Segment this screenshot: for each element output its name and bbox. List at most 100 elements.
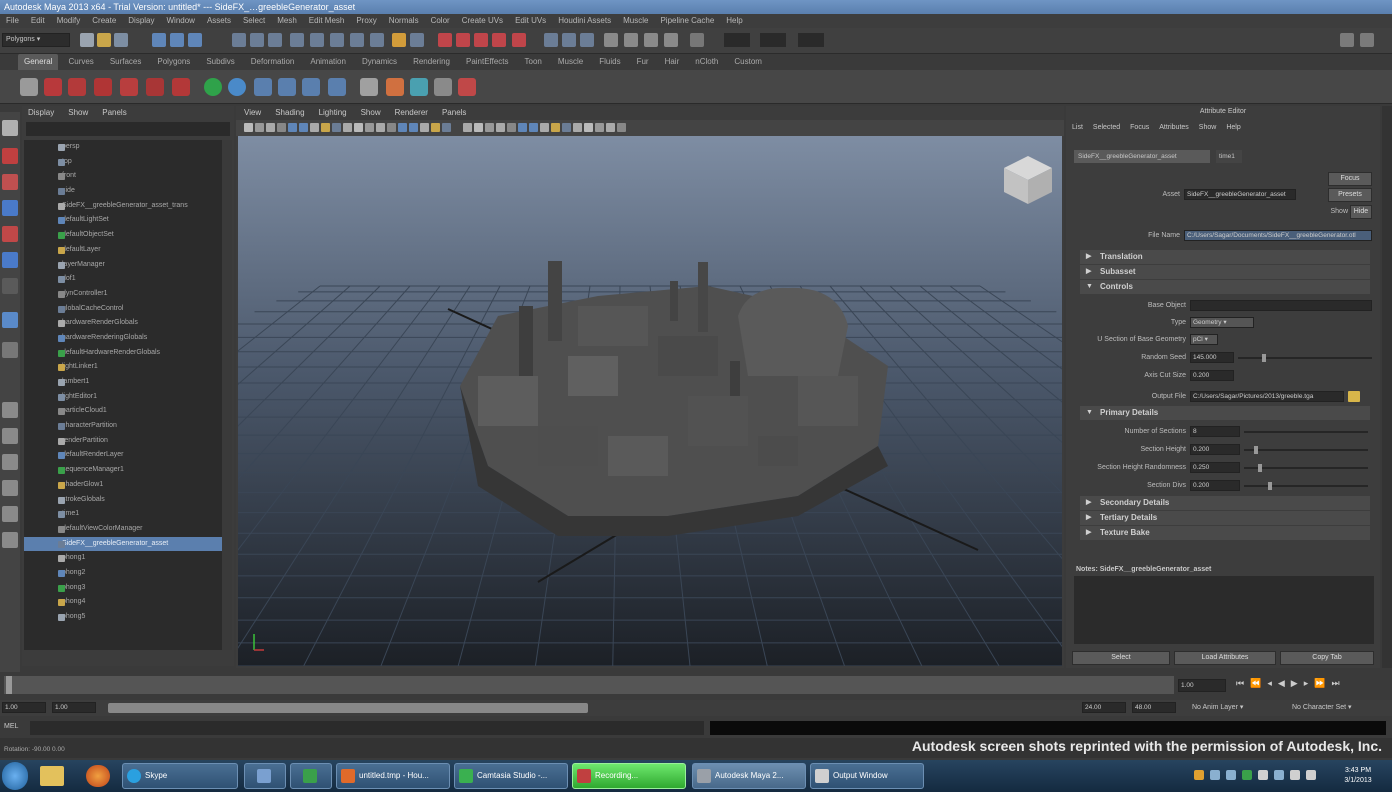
viewport-toolbar-icon[interactable] [595,123,604,132]
rotate-tool-icon[interactable] [2,226,18,242]
taskbar-app-2[interactable] [244,763,286,789]
outliner-row[interactable]: layerManager [24,258,222,273]
make-live-icon[interactable] [512,33,526,47]
viewport-toolbar-icon[interactable] [518,123,527,132]
menu-create[interactable]: Create [92,14,116,28]
shelf-tab-toon[interactable]: Toon [519,54,548,70]
section-tertiary-details[interactable]: ▶ Tertiary Details [1080,511,1370,525]
asset-name-field[interactable]: SideFX__greebleGenerator_asset [1184,189,1296,200]
shelf-tab-custom[interactable]: Custom [728,54,768,70]
outliner-menu-display[interactable]: Display [28,106,54,120]
outliner-row[interactable]: lightEditor1 [24,390,222,405]
shelf-tab-dynamics[interactable]: Dynamics [356,54,403,70]
go-to-end-icon[interactable]: ⏭ [1331,678,1339,689]
snap-to-curves-icon[interactable] [456,33,470,47]
ae-menu-help[interactable]: Help [1226,124,1240,131]
shelf-tab-general[interactable]: General [18,54,59,70]
shelf-menu-icon[interactable] [20,78,38,96]
menu-modify[interactable]: Modify [57,14,81,28]
step-forward-key-icon[interactable]: ⏩ [1314,678,1325,689]
menu-pipeline-cache[interactable]: Pipeline Cache [660,14,714,28]
show-channel-box-icon[interactable] [1340,33,1354,47]
viewport-toolbar-icon[interactable] [606,123,615,132]
show-attribute-editor-icon[interactable] [1360,33,1374,47]
poly-cube-icon[interactable] [68,78,86,96]
input-field-z[interactable] [798,33,824,47]
ae-menu-focus[interactable]: Focus [1130,124,1149,131]
current-time-marker[interactable] [6,676,12,694]
hide-button[interactable]: Hide [1350,205,1372,219]
copy-tab-button[interactable]: Copy Tab [1280,651,1374,665]
outliner-row[interactable]: hardwareRenderGlobals [24,316,222,331]
snap-to-points-icon[interactable] [474,33,488,47]
section-divs-slider[interactable] [1244,485,1368,487]
taskbar-output-window[interactable]: Output Window [810,763,924,789]
tray-icon-1[interactable] [1194,770,1204,780]
right-side-tabs[interactable] [1382,106,1392,668]
new-scene-icon[interactable] [80,33,94,47]
tray-icon-5[interactable] [1258,770,1268,780]
load-attributes-button[interactable]: Load Attributes [1174,651,1276,665]
viewport-menu-panels[interactable]: Panels [442,106,466,120]
clock[interactable]: 3:43 PM 3/1/2013 [1334,766,1382,786]
outliner-menu-show[interactable]: Show [68,106,88,120]
shelf-tab-deformation[interactable]: Deformation [245,54,301,70]
outliner-row[interactable]: defaultLightSet [24,213,222,228]
lock-selection-icon[interactable] [392,33,406,47]
flare-icon[interactable] [328,78,346,96]
cluster-icon[interactable] [278,78,296,96]
ae-menu-show[interactable]: Show [1199,124,1217,131]
ae-menu-attributes[interactable]: Attributes [1159,124,1189,131]
curve-tool-icon[interactable] [360,78,378,96]
section-primary-details[interactable]: ▼ Primary Details [1080,406,1370,420]
layout-single-icon[interactable] [2,402,18,418]
outliner-row[interactable]: particleCloud1 [24,404,222,419]
input-field-y[interactable] [760,33,786,47]
viewport-toolbar-icon[interactable] [442,123,451,132]
random-seed-slider-knob[interactable] [1262,354,1266,362]
section-height-field[interactable]: 0.200 [1190,444,1240,455]
move-tool-icon[interactable] [2,200,18,216]
outliner-row[interactable]: phong2 [24,566,222,581]
axis-cut-size-field[interactable]: 0.200 [1190,370,1234,381]
last-tool-icon[interactable] [2,312,18,328]
section-controls[interactable]: ▼ Controls [1080,280,1370,294]
input-line-mode-icon[interactable] [690,33,704,47]
base-object-field[interactable] [1190,300,1372,311]
ambient-light-icon[interactable] [204,78,222,96]
outliner-scrollbar[interactable] [222,140,232,650]
menu-edit-mesh[interactable]: Edit Mesh [309,14,345,28]
playback-start-field[interactable]: 1.00 [52,702,96,713]
3d-viewport-canvas[interactable] [238,136,1062,666]
outliner-row[interactable]: phong1 [24,551,222,566]
ae-tab-asset[interactable]: SideFX__greebleGenerator_asset [1074,150,1210,163]
section-divs-slider-knob[interactable] [1268,482,1272,490]
render-settings-icon[interactable] [644,33,658,47]
lasso-tool-icon[interactable] [2,148,18,164]
taskbar-app-3[interactable] [290,763,332,789]
snap-to-view-planes-icon[interactable] [492,33,506,47]
save-scene-icon[interactable] [114,33,128,47]
mel-label[interactable]: MEL [4,723,18,730]
highlight-selection-icon[interactable] [410,33,424,47]
outliner-row[interactable]: SideFX__greebleGenerator_asset [24,536,222,552]
outliner-row[interactable]: dynController1 [24,287,222,302]
explorer-icon[interactable] [40,766,64,786]
height-randomness-field[interactable]: 0.250 [1190,462,1240,473]
viewport-toolbar-icon[interactable] [277,123,286,132]
tray-icon-3[interactable] [1226,770,1236,780]
section-height-slider[interactable] [1244,449,1368,451]
taskbar-maya[interactable]: Autodesk Maya 2... [692,763,806,789]
outliner-row[interactable]: strokeGlobals [24,493,222,508]
viewport-toolbar-icon[interactable] [343,123,352,132]
layout-outliner-icon[interactable] [2,480,18,496]
menu-create-uvs[interactable]: Create UVs [462,14,503,28]
mask-surfaces-icon[interactable] [350,33,364,47]
mask-handles-icon[interactable] [290,33,304,47]
animation-start-field[interactable]: 1.00 [2,702,46,713]
viewport-toolbar-icon[interactable] [244,123,253,132]
menu-select[interactable]: Select [243,14,265,28]
shelf-tab-fluids[interactable]: Fluids [593,54,626,70]
snap-point-icon[interactable] [268,33,282,47]
input-ops-icon[interactable] [544,33,558,47]
